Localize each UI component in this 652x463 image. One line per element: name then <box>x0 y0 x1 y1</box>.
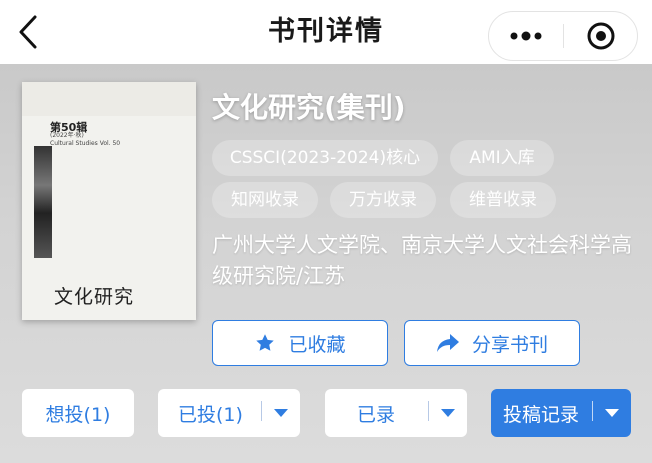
share-button[interactable]: 分享书刊 <box>404 320 580 366</box>
submitted-label: 已投(1) <box>178 403 243 426</box>
want-submit-button[interactable]: 想投(1) <box>22 389 134 437</box>
want-submit-label: 想投(1) <box>45 403 111 426</box>
cover-title: 文化研究 <box>54 286 135 308</box>
journal-cover: 第50辑 (2022年·秋) Cultural Studies Vol. 50 文… <box>22 82 196 320</box>
submission-record-button[interactable]: 投稿记录 <box>491 389 631 437</box>
close-button[interactable] <box>564 12 638 60</box>
cover-header-band <box>22 82 196 116</box>
submission-record-label: 投稿记录 <box>503 403 580 426</box>
tag-cssci: CSSCI(2023-2024)核心 <box>212 140 438 176</box>
tag-ami: AMI入库 <box>450 140 554 176</box>
caret-down-icon <box>605 409 619 417</box>
more-dots-icon <box>510 31 542 41</box>
tag-cnki: 知网收录 <box>212 182 318 218</box>
top-nav-bar: 书刊详情 <box>0 0 652 64</box>
favorite-button[interactable]: 已收藏 <box>212 320 388 366</box>
journal-affiliation: 广州大学人文学院、南京大学人文社会科学高级研究院/江苏 <box>212 233 632 288</box>
mini-program-capsule <box>488 11 638 61</box>
target-close-icon <box>587 22 615 50</box>
share-arrow-icon <box>436 334 459 352</box>
submitted-dropdown[interactable]: 已投(1) <box>158 389 300 437</box>
accepted-dropdown-toggle[interactable] <box>429 389 467 437</box>
cover-photo-strip <box>34 146 52 258</box>
more-button[interactable] <box>489 12 563 60</box>
tag-vip: 维普收录 <box>450 182 556 218</box>
cover-volume-sub: (2022年·秋) Cultural Studies Vol. 50 <box>50 132 121 147</box>
favorite-label: 已收藏 <box>288 333 346 356</box>
tag-wanfang: 万方收录 <box>330 182 436 218</box>
submitted-dropdown-toggle[interactable] <box>262 389 300 437</box>
caret-down-icon <box>274 409 288 417</box>
accepted-label: 已录 <box>357 403 396 426</box>
submission-record-dropdown-toggle[interactable] <box>593 389 631 437</box>
journal-title: 文化研究(集刊) <box>212 91 406 124</box>
share-label: 分享书刊 <box>471 333 548 356</box>
star-icon <box>256 334 275 351</box>
accepted-dropdown[interactable]: 已录 <box>325 389 467 437</box>
caret-down-icon <box>441 409 455 417</box>
